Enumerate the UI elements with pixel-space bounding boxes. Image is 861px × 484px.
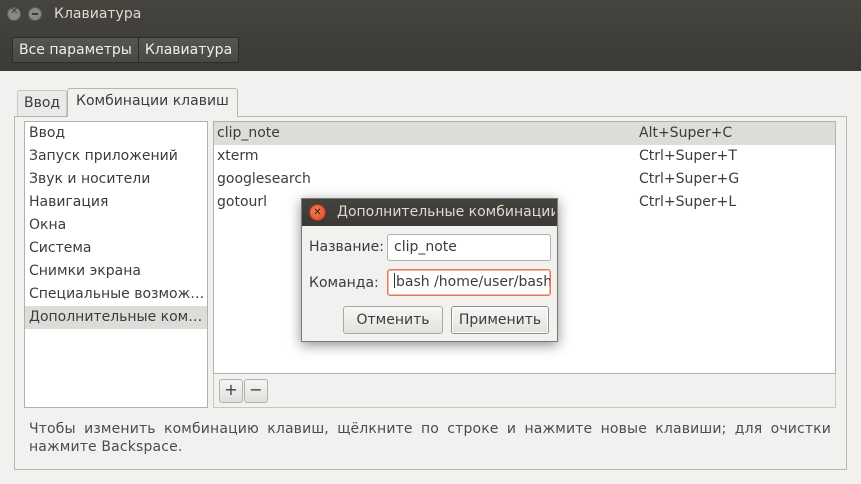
shortcut-name: googlesearch [217,171,311,187]
dialog-title-bar: ✕ Дополнительные комбинации [302,199,557,226]
category-item[interactable]: Запуск приложений [25,145,207,168]
shortcut-keys[interactable]: Alt+Super+C [639,122,732,145]
name-label: Название: [309,239,384,255]
title-bar: Клавиатура Все параметры Клавиатура [0,0,861,71]
shortcut-row[interactable]: googlesearch Ctrl+Super+G [214,168,835,191]
text-caret [394,273,395,288]
category-list: Ввод Запуск приложений Звук и носители Н… [24,121,208,408]
custom-shortcut-dialog: ✕ Дополнительные комбинации Название: cl… [301,198,558,342]
dialog-title: Дополнительные комбинации [337,204,555,220]
shortcut-name: xterm [217,148,259,164]
category-item[interactable]: Окна [25,214,207,237]
add-shortcut-button[interactable]: + [219,379,243,403]
shortcut-keys[interactable]: Ctrl+Super+G [639,168,739,191]
name-field[interactable]: clip_note [387,234,551,261]
tab-input[interactable]: Ввод [17,90,68,116]
tab-shortcuts[interactable]: Комбинации клавиш [67,88,238,117]
hint-text: Чтобы изменить комбинацию клавиш, щёлкни… [29,421,831,455]
breadcrumb: Все параметры Клавиатура [12,37,240,63]
shortcut-keys[interactable]: Ctrl+Super+T [639,145,737,168]
category-item[interactable]: Ввод [25,122,207,145]
window-close-icon[interactable] [7,6,21,21]
breadcrumb-all-settings[interactable]: Все параметры [12,37,139,63]
window-title: Клавиатура [54,6,142,22]
apply-button[interactable]: Применить [451,306,549,334]
dialog-close-icon[interactable]: ✕ [309,204,326,221]
shortcut-row[interactable]: clip_note Alt+Super+C [214,122,835,145]
category-item-custom[interactable]: Дополнительные ком… [25,306,207,329]
remove-shortcut-button[interactable]: − [244,379,268,403]
shortcut-row[interactable]: xterm Ctrl+Super+T [214,145,835,168]
category-item[interactable]: Система [25,237,207,260]
window-minimize-icon[interactable] [28,7,42,21]
category-item[interactable]: Специальные возмож… [25,283,207,306]
category-item[interactable]: Снимки экрана [25,260,207,283]
category-item[interactable]: Звук и носители [25,168,207,191]
command-value: bash /home/user/bash [396,274,551,290]
command-field[interactable]: bash /home/user/bash [387,269,551,296]
breadcrumb-keyboard[interactable]: Клавиатура [138,37,240,63]
category-item[interactable]: Навигация [25,191,207,214]
cancel-button[interactable]: Отменить [343,306,443,334]
command-label: Команда: [309,275,379,291]
shortcut-name: gotourl [217,194,268,210]
shortcut-name: clip_note [217,125,280,141]
shortcut-keys[interactable]: Ctrl+Super+L [639,191,736,214]
list-toolbar: + − [213,374,836,408]
